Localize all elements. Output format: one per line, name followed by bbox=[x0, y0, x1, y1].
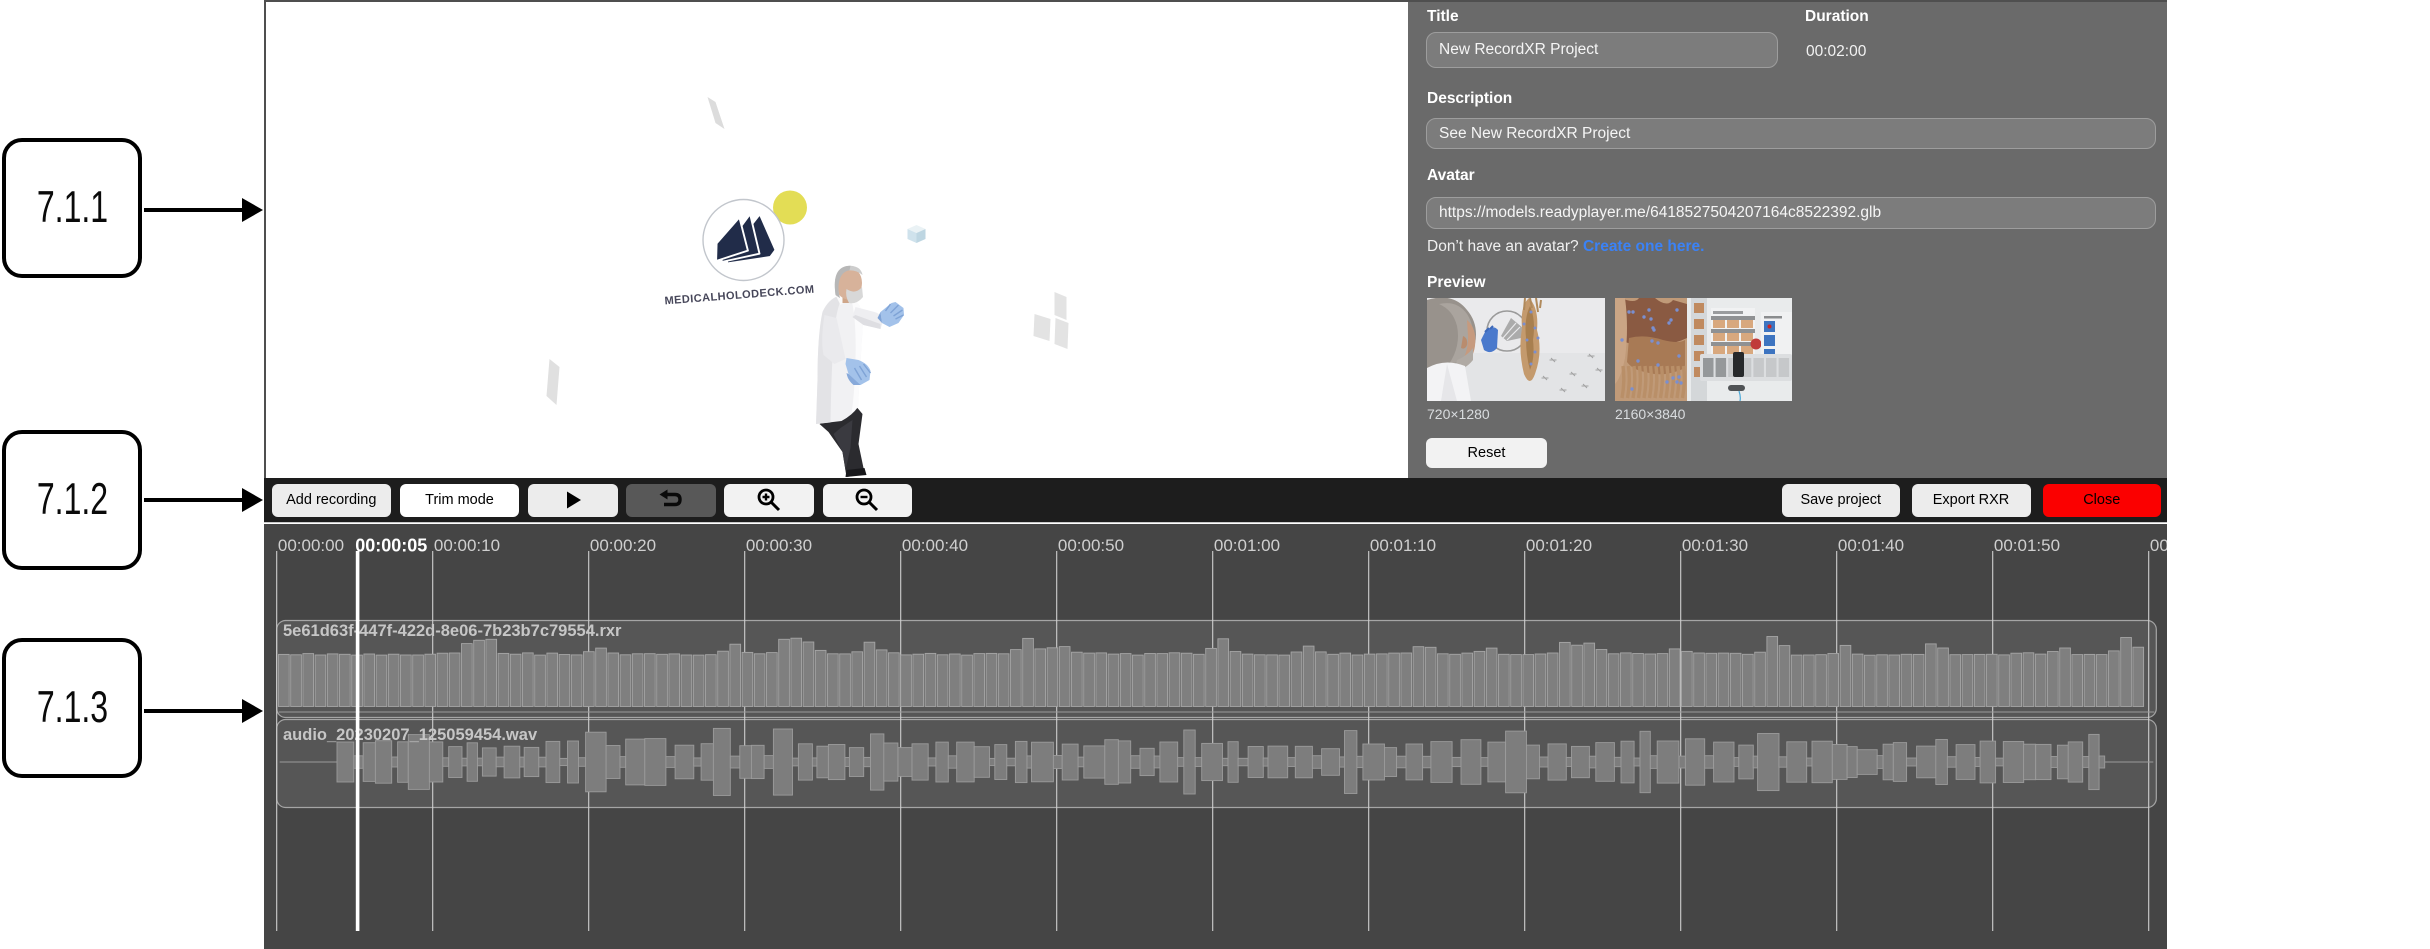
svg-text:00:00:10: 00:00:10 bbox=[434, 536, 500, 555]
svg-text:00:01:10: 00:01:10 bbox=[1370, 536, 1436, 555]
svg-text:00:01:50: 00:01:50 bbox=[1994, 536, 2060, 555]
svg-text:00:00:20: 00:00:20 bbox=[590, 536, 656, 555]
svg-text:00:02:00: 00:02:00 bbox=[2150, 536, 2167, 555]
svg-text:00:00:05: 00:00:05 bbox=[355, 536, 427, 556]
svg-text:00:00:30: 00:00:30 bbox=[746, 536, 812, 555]
svg-text:MEDICALHOLODECK.COM: MEDICALHOLODECK.COM bbox=[664, 284, 815, 308]
svg-text:00:00:40: 00:00:40 bbox=[902, 536, 968, 555]
svg-text:audio_20230207_125059454.wav: audio_20230207_125059454.wav bbox=[283, 726, 538, 744]
svg-text:00:01:20: 00:01:20 bbox=[1526, 536, 1592, 555]
svg-text:00:01:30: 00:01:30 bbox=[1682, 536, 1748, 555]
svg-text:00:00:00: 00:00:00 bbox=[278, 536, 344, 555]
svg-text:00:01:00: 00:01:00 bbox=[1214, 536, 1280, 555]
svg-text:00:01:40: 00:01:40 bbox=[1838, 536, 1904, 555]
svg-text:5e61d63f-447f-422d-8e06-7b23b7: 5e61d63f-447f-422d-8e06-7b23b7c79554.rxr bbox=[283, 622, 622, 640]
svg-text:00:00:50: 00:00:50 bbox=[1058, 536, 1124, 555]
